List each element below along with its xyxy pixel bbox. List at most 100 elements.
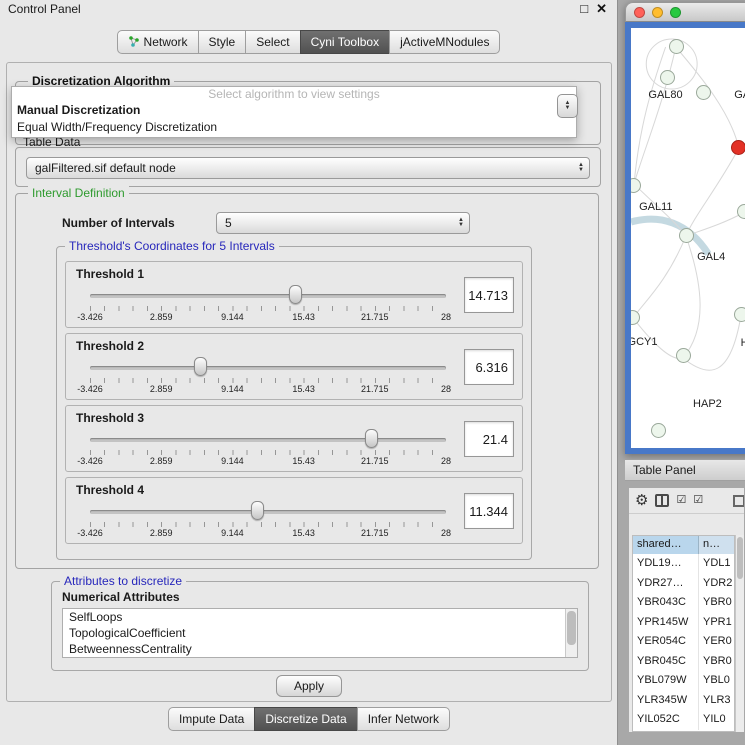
tab-impute-data[interactable]: Impute Data (168, 707, 255, 731)
threshold-value-field[interactable]: 14.713 (464, 277, 514, 313)
slider-thumb[interactable] (289, 285, 302, 304)
menu-item-manual-discretization[interactable]: Manual Discretization (12, 102, 576, 119)
network-node[interactable] (676, 348, 691, 363)
network-node[interactable] (679, 228, 694, 243)
zoom-traffic-light[interactable] (670, 7, 681, 18)
minimize-traffic-light[interactable] (652, 7, 663, 18)
menu-item-equal-width-frequency[interactable]: Equal Width/Frequency Discretization (12, 119, 576, 136)
cell-name[interactable]: YIL0 (699, 710, 734, 730)
table-row[interactable]: YPR145W YPR1 (633, 613, 734, 633)
table-data-combobox[interactable]: galFiltered.sif default node ▲▼ (26, 157, 590, 179)
slider-track[interactable] (90, 294, 446, 298)
checkbox-icon[interactable]: ☑ (693, 495, 703, 506)
threshold-slider[interactable]: -3.426 2.859 9.144 15.43 21.715 28 (90, 498, 446, 542)
bottom-tab-bar: Impute Data Discretize Data Infer Networ… (0, 707, 618, 731)
tab-infer-network[interactable]: Infer Network (357, 707, 450, 731)
network-node[interactable] (734, 307, 745, 322)
columns-icon[interactable] (655, 494, 669, 507)
table-row[interactable]: YDL19… YDL1 (633, 554, 734, 574)
network-node-label: H (741, 337, 745, 349)
tab-label: Impute Data (179, 712, 244, 726)
control-panel-titlebar[interactable]: Control Panel □ ✕ (0, 0, 617, 18)
gear-icon[interactable]: ⚙ (635, 493, 648, 508)
slider-track[interactable] (90, 366, 446, 370)
table-panel-titlebar[interactable]: Table Panel (625, 459, 745, 481)
table-panel-window: ⚙ ☑ ☑ shared… n… YDL19… YDL1 YDR27… YDR2 (628, 487, 745, 733)
list-item[interactable]: TopologicalCoefficient (63, 625, 577, 641)
tab-label: Discretize Data (265, 712, 346, 726)
cell-shared-name[interactable]: YDL19… (633, 554, 699, 574)
close-traffic-light[interactable] (634, 7, 645, 18)
list-item[interactable]: SelfLoops (63, 609, 577, 625)
threshold-slider[interactable]: -3.426 2.859 9.144 15.43 21.715 28 (90, 354, 446, 398)
table-row[interactable]: YDR27… YDR2 (633, 574, 734, 594)
cell-shared-name[interactable]: YBR043C (633, 593, 699, 613)
number-of-intervals-combobox[interactable]: 5 ▲▼ (216, 212, 470, 234)
apply-button[interactable]: Apply (276, 675, 342, 697)
float-window-icon[interactable]: □ (580, 1, 588, 17)
list-scrollbar[interactable] (565, 609, 577, 657)
network-node-label: GAL80 (648, 89, 682, 101)
table-row[interactable]: YBR045C YBR0 (633, 652, 734, 672)
partial-toolbar-icon[interactable] (733, 495, 744, 507)
slider-thumb[interactable] (194, 357, 207, 376)
slider-thumb[interactable] (251, 501, 264, 520)
threshold-slider[interactable]: -3.426 2.859 9.144 15.43 21.715 28 (90, 282, 446, 326)
tab-style[interactable]: Style (198, 30, 247, 54)
cell-shared-name[interactable]: YBL079W (633, 671, 699, 691)
interval-definition-title: Interval Definition (28, 186, 129, 200)
scrollbar-thumb[interactable] (567, 611, 576, 645)
cell-name[interactable]: YPR1 (699, 613, 734, 633)
tab-jactivemnodules[interactable]: jActiveMNodules (389, 30, 500, 54)
scrollbar-thumb[interactable] (737, 537, 743, 579)
tab-cyni-toolbox[interactable]: Cyni Toolbox (300, 30, 390, 54)
table-row[interactable]: YBL079W YBL0 (633, 671, 734, 691)
threshold-row: Threshold 4 -3.426 2.859 9.144 15.43 (65, 477, 523, 544)
slider-thumb[interactable] (365, 429, 378, 448)
table-row[interactable]: YLR345W YLR3 (633, 691, 734, 711)
tab-select[interactable]: Select (245, 30, 300, 54)
network-icon (128, 36, 140, 48)
cell-shared-name[interactable]: YLR345W (633, 691, 699, 711)
cell-shared-name[interactable]: YER054C (633, 632, 699, 652)
slider-ticks (90, 522, 446, 527)
cell-name[interactable]: YDR2 (699, 574, 734, 594)
cell-shared-name[interactable]: YIL052C (633, 710, 699, 730)
tab-network[interactable]: Network (117, 30, 199, 54)
cell-name[interactable]: YDL1 (699, 554, 734, 574)
slider-track[interactable] (90, 510, 446, 514)
cell-name[interactable]: YBR0 (699, 652, 734, 672)
threshold-value-field[interactable]: 11.344 (464, 493, 514, 529)
table-row[interactable]: YIL052C YIL0 (633, 710, 734, 730)
top-tab-bar: Network Style Select Cyni Toolbox jActiv… (0, 30, 617, 54)
network-canvas[interactable]: GAL80 GA GAL11 GAL4 GCY1 H HAP2 (631, 28, 745, 448)
cell-name[interactable]: YER0 (699, 632, 734, 652)
list-item[interactable]: BetweennessCentrality (63, 641, 577, 657)
checkbox-icon[interactable]: ☑ (676, 495, 686, 506)
network-window-titlebar[interactable] (625, 2, 745, 22)
numerical-attributes-label: Numerical Attributes (62, 590, 180, 604)
close-window-icon[interactable]: ✕ (596, 1, 607, 17)
table-row[interactable]: YBR043C YBR0 (633, 593, 734, 613)
cell-shared-name[interactable]: YDR27… (633, 574, 699, 594)
threshold-value-field[interactable]: 21.4 (464, 421, 514, 457)
table-row[interactable]: YER054C YER0 (633, 632, 734, 652)
network-node[interactable] (731, 140, 745, 155)
cell-shared-name[interactable]: YPR145W (633, 613, 699, 633)
column-header-name[interactable]: n… (699, 536, 734, 554)
cell-name[interactable]: YBL0 (699, 671, 734, 691)
threshold-value-field[interactable]: 6.316 (464, 349, 514, 385)
slider-track[interactable] (90, 438, 446, 442)
cell-name[interactable]: YBR0 (699, 593, 734, 613)
cell-shared-name[interactable]: YBR045C (633, 652, 699, 672)
numerical-attributes-list[interactable]: SelfLoops TopologicalCoefficient Between… (62, 608, 578, 658)
table-scrollbar[interactable] (735, 535, 744, 732)
column-header-shared-name[interactable]: shared… (633, 536, 699, 554)
algorithm-combobox-stepper[interactable]: ▲▼ (557, 94, 578, 118)
threshold-slider[interactable]: -3.426 2.859 9.144 15.43 21.715 28 (90, 426, 446, 470)
tab-discretize-data[interactable]: Discretize Data (254, 707, 357, 731)
tick-label: 28 (441, 528, 451, 538)
tick-label: 2.859 (150, 384, 173, 394)
cell-name[interactable]: YLR3 (699, 691, 734, 711)
network-node-label: GCY1 (631, 336, 658, 348)
